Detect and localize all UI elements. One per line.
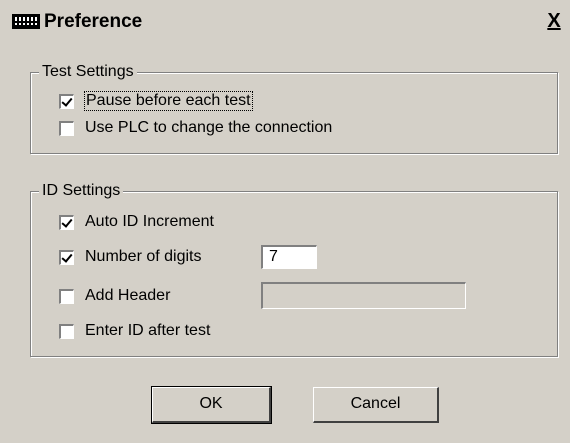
pause-before-each-test-checkbox[interactable] [59,93,74,109]
test-settings-group: Test Settings [30,62,558,154]
close-button[interactable]: X [543,10,565,32]
enter-id-after-test-option[interactable]: Enter ID after test [59,320,210,342]
auto-id-increment-option[interactable]: Auto ID Increment [59,211,214,233]
auto-id-increment-checkbox[interactable] [59,214,74,230]
title-bar: Preference X [0,0,570,44]
ok-button[interactable]: OK [151,386,272,424]
use-plc-label: Use PLC to change the connection [85,119,333,136]
cancel-button[interactable]: Cancel [313,387,439,423]
pause-before-each-test-label: Pause before each test [84,91,253,111]
enter-id-after-test-label: Enter ID after test [85,322,211,339]
number-of-digits-label: Number of digits [85,248,202,265]
auto-id-increment-label: Auto ID Increment [85,213,214,230]
number-of-digits-input[interactable]: 7 [261,245,317,269]
add-header-option[interactable]: Add Header [59,285,170,307]
window-title: Preference [44,11,143,32]
add-header-checkbox[interactable] [59,288,74,304]
number-of-digits-checkbox[interactable] [59,249,74,265]
number-of-digits-option[interactable]: Number of digits [59,246,202,268]
enter-id-after-test-checkbox[interactable] [59,323,74,339]
pause-before-each-test-option[interactable]: Pause before each test [59,90,253,112]
use-plc-checkbox[interactable] [59,120,74,136]
keyboard-icon [12,14,40,29]
use-plc-option[interactable]: Use PLC to change the connection [59,117,332,139]
header-input[interactable] [261,282,466,309]
test-settings-legend: Test Settings [39,62,137,82]
id-settings-legend: ID Settings [39,181,124,201]
add-header-label: Add Header [85,287,171,304]
